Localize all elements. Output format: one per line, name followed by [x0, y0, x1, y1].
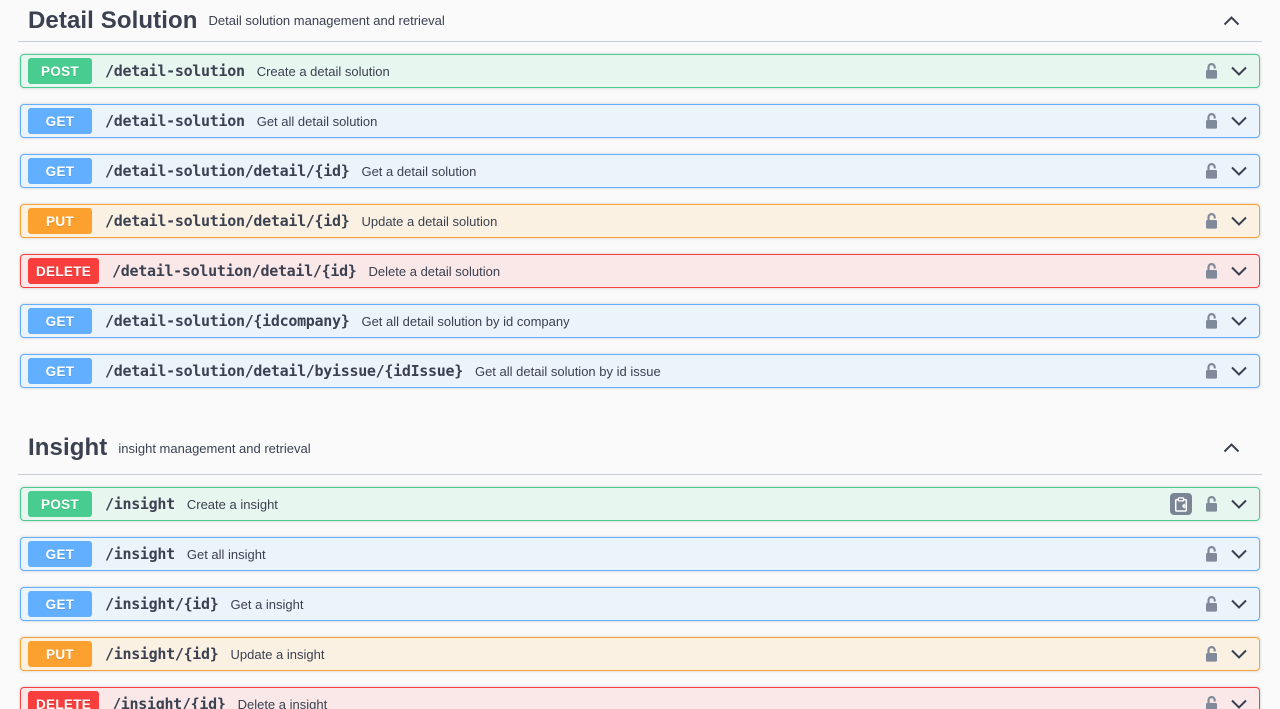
- endpoint-row[interactable]: POST /insight Create a insight: [20, 487, 1260, 521]
- row-icons: [1204, 545, 1247, 563]
- endpoint-path[interactable]: /insight/{id}: [105, 645, 219, 663]
- endpoint-row[interactable]: GET /detail-solution Get all detail solu…: [20, 104, 1260, 138]
- endpoint-summary: Get all detail solution by id company: [361, 314, 569, 329]
- endpoint-list: POST /detail-solution Create a detail so…: [0, 42, 1280, 408]
- endpoint-summary: Create a insight: [187, 497, 278, 512]
- method-badge: POST: [28, 491, 92, 517]
- tag-section: Detail Solution Detail solution manageme…: [0, 0, 1280, 408]
- endpoint-row[interactable]: GET /detail-solution/detail/byissue/{idI…: [20, 354, 1260, 388]
- row-icons: [1204, 62, 1247, 80]
- unlock-padlock-icon[interactable]: [1204, 112, 1219, 130]
- endpoint-summary: Update a insight: [231, 647, 325, 662]
- row-icons: [1204, 695, 1247, 709]
- row-icons: [1204, 162, 1247, 180]
- endpoint-path[interactable]: /detail-solution/detail/byissue/{idIssue…: [105, 362, 463, 380]
- chevron-down-icon[interactable]: [1231, 66, 1247, 76]
- row-icons: [1204, 362, 1247, 380]
- unlock-padlock-icon[interactable]: [1204, 62, 1219, 80]
- endpoint-summary: Get all detail solution by id issue: [475, 364, 661, 379]
- unlock-padlock-icon[interactable]: [1204, 212, 1219, 230]
- endpoint-summary: Get a insight: [231, 597, 304, 612]
- chevron-down-icon[interactable]: [1231, 316, 1247, 326]
- row-icons: [1204, 112, 1247, 130]
- method-badge: DELETE: [28, 691, 99, 709]
- endpoint-summary: Update a detail solution: [361, 214, 497, 229]
- endpoint-row[interactable]: DELETE /insight/{id} Delete a insight: [20, 687, 1260, 709]
- endpoint-path[interactable]: /detail-solution: [105, 112, 245, 130]
- row-icons: [1170, 493, 1247, 515]
- chevron-up-icon[interactable]: [1223, 443, 1240, 453]
- unlock-padlock-icon[interactable]: [1204, 362, 1219, 380]
- unlock-padlock-icon[interactable]: [1204, 495, 1219, 513]
- endpoint-summary: Create a detail solution: [257, 64, 390, 79]
- row-icons: [1204, 312, 1247, 330]
- method-badge: GET: [28, 108, 92, 134]
- endpoint-row[interactable]: PUT /detail-solution/detail/{id} Update …: [20, 204, 1260, 238]
- endpoint-summary: Get all insight: [187, 547, 266, 562]
- endpoint-path[interactable]: /detail-solution/{idcompany}: [105, 312, 349, 330]
- unlock-padlock-icon[interactable]: [1204, 312, 1219, 330]
- method-badge: DELETE: [28, 258, 99, 284]
- chevron-down-icon[interactable]: [1231, 549, 1247, 559]
- row-icons: [1204, 262, 1247, 280]
- chevron-down-icon[interactable]: [1231, 649, 1247, 659]
- tag-description: Detail solution management and retrieval: [209, 13, 445, 28]
- chevron-down-icon[interactable]: [1231, 266, 1247, 276]
- clipboard-arrow-icon[interactable]: [1170, 493, 1192, 515]
- chevron-down-icon[interactable]: [1231, 116, 1247, 126]
- tag-header[interactable]: Detail Solution Detail solution manageme…: [0, 0, 1280, 41]
- endpoint-row[interactable]: PUT /insight/{id} Update a insight: [20, 637, 1260, 671]
- tag-header[interactable]: Insight insight management and retrieval: [0, 408, 1280, 474]
- tag-section: Insight insight management and retrieval…: [0, 408, 1280, 709]
- api-doc: Detail Solution Detail solution manageme…: [0, 0, 1280, 709]
- method-badge: GET: [28, 158, 92, 184]
- endpoint-list: POST /insight Create a insight: [0, 475, 1280, 709]
- tag-title: Detail Solution: [28, 7, 198, 35]
- endpoint-path[interactable]: /insight: [105, 495, 175, 513]
- unlock-padlock-icon[interactable]: [1204, 545, 1219, 563]
- chevron-down-icon[interactable]: [1231, 366, 1247, 376]
- endpoint-row[interactable]: GET /detail-solution/detail/{id} Get a d…: [20, 154, 1260, 188]
- endpoint-path[interactable]: /detail-solution/detail/{id}: [112, 262, 356, 280]
- endpoint-summary: Delete a insight: [238, 697, 328, 709]
- row-icons: [1204, 595, 1247, 613]
- endpoint-path[interactable]: /insight: [105, 545, 175, 563]
- method-badge: GET: [28, 308, 92, 334]
- row-icons: [1204, 212, 1247, 230]
- method-badge: GET: [28, 358, 92, 384]
- endpoint-row[interactable]: GET /insight Get all insight: [20, 537, 1260, 571]
- unlock-padlock-icon[interactable]: [1204, 695, 1219, 709]
- unlock-padlock-icon[interactable]: [1204, 595, 1219, 613]
- method-badge: PUT: [28, 641, 92, 667]
- endpoint-path[interactable]: /detail-solution: [105, 62, 245, 80]
- endpoint-row[interactable]: GET /insight/{id} Get a insight: [20, 587, 1260, 621]
- chevron-down-icon[interactable]: [1231, 166, 1247, 176]
- endpoint-summary: Get a detail solution: [361, 164, 476, 179]
- method-badge: GET: [28, 591, 92, 617]
- endpoint-row[interactable]: GET /detail-solution/{idcompany} Get all…: [20, 304, 1260, 338]
- chevron-down-icon[interactable]: [1231, 216, 1247, 226]
- unlock-padlock-icon[interactable]: [1204, 262, 1219, 280]
- row-icons: [1204, 645, 1247, 663]
- method-badge: PUT: [28, 208, 92, 234]
- endpoint-path[interactable]: /insight/{id}: [105, 595, 219, 613]
- chevron-down-icon[interactable]: [1231, 699, 1247, 709]
- endpoint-path[interactable]: /detail-solution/detail/{id}: [105, 162, 349, 180]
- method-badge: GET: [28, 541, 92, 567]
- tag-description: insight management and retrieval: [118, 441, 310, 456]
- endpoint-row[interactable]: POST /detail-solution Create a detail so…: [20, 54, 1260, 88]
- tag-title: Insight: [28, 434, 107, 462]
- chevron-up-icon[interactable]: [1223, 16, 1240, 26]
- method-badge: POST: [28, 58, 92, 84]
- endpoint-row[interactable]: DELETE /detail-solution/detail/{id} Dele…: [20, 254, 1260, 288]
- unlock-padlock-icon[interactable]: [1204, 162, 1219, 180]
- unlock-padlock-icon[interactable]: [1204, 645, 1219, 663]
- endpoint-path[interactable]: /insight/{id}: [112, 695, 226, 709]
- endpoint-summary: Delete a detail solution: [369, 264, 501, 279]
- chevron-down-icon[interactable]: [1231, 499, 1247, 509]
- chevron-down-icon[interactable]: [1231, 599, 1247, 609]
- endpoint-summary: Get all detail solution: [257, 114, 378, 129]
- endpoint-path[interactable]: /detail-solution/detail/{id}: [105, 212, 349, 230]
